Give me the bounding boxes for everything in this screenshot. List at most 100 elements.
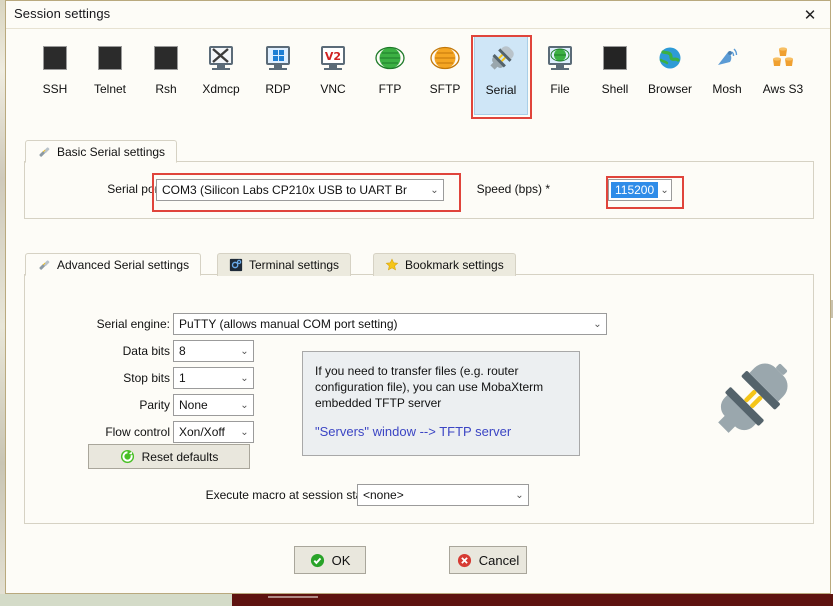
session-type-label: VNC xyxy=(320,82,346,96)
stop-bits-value: 1 xyxy=(179,371,186,385)
session-type-shell[interactable]: Shell xyxy=(588,35,642,115)
reset-defaults-label: Reset defaults xyxy=(141,449,219,464)
shell-terminal-icon xyxy=(600,43,630,73)
tftp-note-line3: embedded TFTP server xyxy=(315,396,442,410)
tab-label: Advanced Serial settings xyxy=(57,257,190,272)
tab-terminal-settings[interactable]: Terminal settings xyxy=(217,253,352,276)
session-type-label: FTP xyxy=(378,82,402,96)
ssh-key-icon xyxy=(40,43,70,73)
close-circle-icon xyxy=(457,553,472,568)
session-type-label: Serial xyxy=(485,83,517,97)
browser-globe-icon xyxy=(655,43,685,73)
parity-value: None xyxy=(179,398,208,412)
session-type-label: Telnet xyxy=(93,82,127,96)
reset-defaults-button[interactable]: Reset defaults xyxy=(88,444,250,469)
tab-label: Terminal settings xyxy=(249,258,340,272)
basic-serial-settings-panel: Basic Serial settings Serial port * COM3… xyxy=(24,140,814,219)
session-type-label: Xdmcp xyxy=(202,82,240,96)
dialog-titlebar: Session settings ✕ xyxy=(6,1,830,29)
chevron-down-icon: ⌄ xyxy=(240,345,249,357)
chevron-down-icon: ⌄ xyxy=(515,489,524,501)
parity-label: Parity xyxy=(139,398,170,412)
serial-engine-combo[interactable]: PuTTY (allows manual COM port setting) ⌄ xyxy=(173,313,607,335)
serial-plug-illustration xyxy=(706,353,798,445)
flow-control-combo[interactable]: Xon/Xoff ⌄ xyxy=(173,421,254,443)
cancel-button[interactable]: Cancel xyxy=(449,546,527,574)
tab-label: Bookmark settings xyxy=(405,258,504,272)
tftp-note-line1: If you need to transfer files (e.g. rout… xyxy=(315,364,519,378)
aws-s3-buckets-icon xyxy=(768,43,798,73)
session-type-ssh[interactable]: SSH xyxy=(28,35,82,115)
session-type-telnet[interactable]: Telnet xyxy=(83,35,137,115)
execute-macro-combo[interactable]: <none> ⌄ xyxy=(357,484,529,506)
session-settings-dialog: Session settings ✕ SSH Telnet Rsh Xdmcp RDP V… xyxy=(5,0,831,594)
tab-bookmark-settings[interactable]: Bookmark settings xyxy=(373,253,516,276)
session-type-label: RDP xyxy=(265,82,291,96)
data-bits-label: Data bits xyxy=(122,344,170,358)
session-type-label: SSH xyxy=(42,82,68,96)
session-type-label: Aws S3 xyxy=(762,82,804,96)
serial-port-combo[interactable]: COM3 (Silicon Labs CP210x USB to UART Br… xyxy=(156,179,444,201)
chevron-down-icon: ⌄ xyxy=(593,318,602,330)
session-type-label: Mosh xyxy=(712,82,742,96)
flow-control-label: Flow control xyxy=(105,425,170,439)
tftp-note-line2: configuration file), you can use MobaXte… xyxy=(315,380,544,394)
chevron-down-icon: ⌄ xyxy=(240,399,249,411)
session-type-label: File xyxy=(550,82,570,96)
speed-label: Speed (bps) * xyxy=(476,182,550,196)
rsh-gears-icon xyxy=(151,43,181,73)
stop-bits-label: Stop bits xyxy=(123,371,170,385)
telnet-gem-icon xyxy=(95,43,125,73)
session-type-mosh[interactable]: Mosh xyxy=(700,35,754,115)
serial-engine-value: PuTTY (allows manual COM port setting) xyxy=(179,317,398,331)
session-type-label: SFTP xyxy=(429,82,461,96)
serial-plug-icon xyxy=(37,258,51,272)
ok-button[interactable]: OK xyxy=(294,546,366,574)
parity-combo[interactable]: None ⌄ xyxy=(173,394,254,416)
check-circle-icon xyxy=(310,553,325,568)
session-type-file[interactable]: File xyxy=(533,35,587,115)
tftp-info-box: If you need to transfer files (e.g. rout… xyxy=(302,351,580,456)
refresh-icon xyxy=(120,449,135,464)
serial-port-value: COM3 (Silicon Labs CP210x USB to UART Br xyxy=(162,183,407,197)
session-type-aws-s3[interactable]: Aws S3 xyxy=(756,35,810,115)
execute-macro-label: Execute macro at session start: xyxy=(205,488,373,502)
file-monitor-icon xyxy=(545,43,575,73)
session-type-label: Shell xyxy=(601,82,629,96)
chevron-down-icon: ⌄ xyxy=(240,372,249,384)
chevron-down-icon: ⌄ xyxy=(430,184,439,196)
session-type-sftp[interactable]: SFTP xyxy=(418,35,472,115)
tab-label: Basic Serial settings xyxy=(57,144,166,159)
session-type-serial[interactable]: Serial xyxy=(474,35,528,115)
dialog-title: Session settings xyxy=(14,6,111,21)
ok-label: OK xyxy=(331,552,351,568)
serial-plug-icon xyxy=(37,145,51,159)
terminal-gear-icon xyxy=(229,258,243,272)
serial-engine-label: Serial engine: xyxy=(96,317,170,331)
tab-basic-serial-settings[interactable]: Basic Serial settings xyxy=(25,140,178,163)
tab-advanced-serial-settings[interactable]: Advanced Serial settings xyxy=(25,253,202,276)
session-type-browser[interactable]: Browser xyxy=(643,35,697,115)
close-icon[interactable]: ✕ xyxy=(798,4,822,26)
session-type-label: Rsh xyxy=(155,82,177,96)
session-type-ftp[interactable]: FTP xyxy=(363,35,417,115)
chevron-down-icon: ⌄ xyxy=(240,426,249,438)
session-type-label: Browser xyxy=(647,82,692,96)
session-type-rdp[interactable]: RDP xyxy=(251,35,305,115)
stop-bits-combo[interactable]: 1 ⌄ xyxy=(173,367,254,389)
speed-combo[interactable]: 115200 ⌄ xyxy=(608,179,672,201)
background-taskbar-dots xyxy=(268,596,318,598)
rdp-windows-icon xyxy=(263,43,293,73)
session-type-xdmcp[interactable]: Xdmcp xyxy=(194,35,248,115)
session-type-vnc[interactable]: V2 VNC xyxy=(306,35,360,115)
svg-text:V2: V2 xyxy=(325,50,341,63)
data-bits-combo[interactable]: 8 ⌄ xyxy=(173,340,254,362)
flow-control-value: Xon/Xoff xyxy=(179,425,225,439)
session-type-rsh[interactable]: Rsh xyxy=(139,35,193,115)
mosh-dish-icon xyxy=(712,43,742,73)
chevron-down-icon: ⌄ xyxy=(660,184,669,196)
serial-plug-icon xyxy=(486,44,516,74)
cancel-label: Cancel xyxy=(478,552,520,568)
data-bits-value: 8 xyxy=(179,344,186,358)
speed-value: 115200 xyxy=(611,182,659,198)
